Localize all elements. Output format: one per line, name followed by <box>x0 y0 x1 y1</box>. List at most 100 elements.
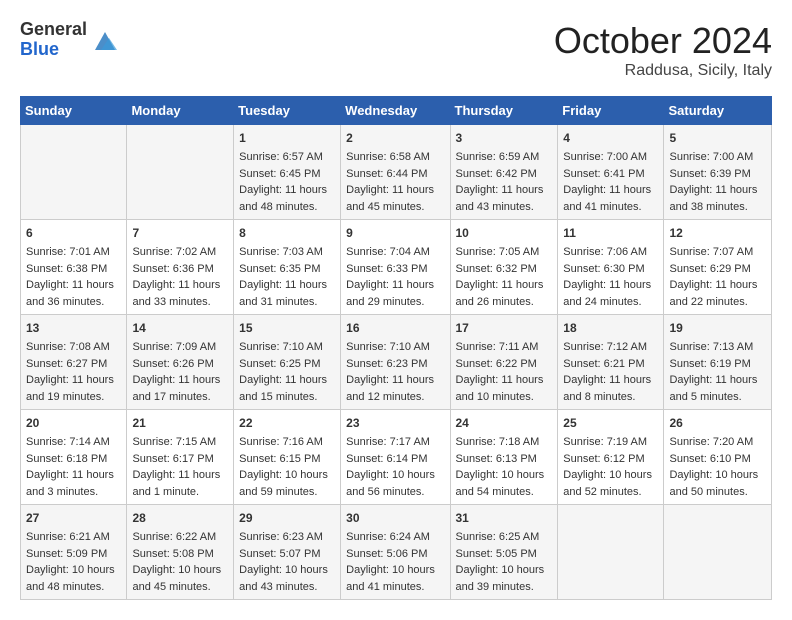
day-number: 8 <box>239 224 335 242</box>
calendar-cell: 3 Sunrise: 6:59 AM Sunset: 6:42 PM Daylig… <box>450 125 558 220</box>
day-number: 23 <box>346 414 444 432</box>
calendar-cell <box>127 125 234 220</box>
calendar-table: SundayMondayTuesdayWednesdayThursdayFrid… <box>20 96 772 600</box>
day-info: Sunrise: 7:11 AM Sunset: 6:22 PM Dayligh… <box>456 339 553 405</box>
day-info: Sunrise: 7:19 AM Sunset: 6:12 PM Dayligh… <box>563 434 658 500</box>
day-info: Sunrise: 7:18 AM Sunset: 6:13 PM Dayligh… <box>456 434 553 500</box>
day-number: 3 <box>456 129 553 147</box>
day-number: 11 <box>563 224 658 242</box>
calendar-cell: 9Sunrise: 7:04 AM Sunset: 6:33 PM Daylig… <box>341 220 450 315</box>
page-header: General Blue October 2024 Raddusa, Sicil… <box>20 20 772 80</box>
calendar-cell: 20Sunrise: 7:14 AM Sunset: 6:18 PM Dayli… <box>21 410 127 505</box>
day-info: Sunrise: 7:15 AM Sunset: 6:17 PM Dayligh… <box>132 434 228 500</box>
day-info: Sunrise: 6:59 AM Sunset: 6:42 PM Dayligh… <box>456 149 553 215</box>
calendar-cell: 27Sunrise: 6:21 AM Sunset: 5:09 PM Dayli… <box>21 505 127 600</box>
day-header-wednesday: Wednesday <box>341 97 450 125</box>
day-info: Sunrise: 7:09 AM Sunset: 6:26 PM Dayligh… <box>132 339 228 405</box>
calendar-cell: 22 Sunrise: 7:16 AM Sunset: 6:15 PM Dayli… <box>234 410 341 505</box>
day-number: 29 <box>239 509 335 527</box>
day-info: Sunrise: 6:21 AM Sunset: 5:09 PM Dayligh… <box>26 529 121 595</box>
calendar-cell: 7Sunrise: 7:02 AM Sunset: 6:36 PM Daylig… <box>127 220 234 315</box>
day-info: Sunrise: 7:10 AM Sunset: 6:25 PM Dayligh… <box>239 339 335 405</box>
day-info: Sunrise: 7:07 AM Sunset: 6:29 PM Dayligh… <box>669 244 766 310</box>
day-info: Sunrise: 7:16 AM Sunset: 6:15 PM Dayligh… <box>239 434 335 500</box>
logo-blue-text: Blue <box>20 40 87 60</box>
day-header-sunday: Sunday <box>21 97 127 125</box>
day-header-monday: Monday <box>127 97 234 125</box>
calendar-cell: 11 Sunrise: 7:06 AM Sunset: 6:30 PM Dayli… <box>558 220 664 315</box>
calendar-week-row: 27Sunrise: 6:21 AM Sunset: 5:09 PM Dayli… <box>21 505 772 600</box>
day-info: Sunrise: 7:08 AM Sunset: 6:27 PM Dayligh… <box>26 339 121 405</box>
calendar-cell: 6 Sunrise: 7:01 AM Sunset: 6:38 PM Daylig… <box>21 220 127 315</box>
calendar-cell: 14 Sunrise: 7:09 AM Sunset: 6:26 PM Dayli… <box>127 315 234 410</box>
calendar-header-row: SundayMondayTuesdayWednesdayThursdayFrid… <box>21 97 772 125</box>
day-number: 9 <box>346 224 444 242</box>
calendar-cell: 4 Sunrise: 7:00 AM Sunset: 6:41 PM Daylig… <box>558 125 664 220</box>
day-number: 15 <box>239 319 335 337</box>
logo-general-text: General <box>20 20 87 40</box>
calendar-cell <box>664 505 772 600</box>
day-info: Sunrise: 7:00 AM Sunset: 6:39 PM Dayligh… <box>669 149 766 215</box>
day-info: Sunrise: 6:24 AM Sunset: 5:06 PM Dayligh… <box>346 529 444 595</box>
month-title: October 2024 <box>554 20 772 62</box>
day-number: 28 <box>132 509 228 527</box>
calendar-cell: 31Sunrise: 6:25 AM Sunset: 5:05 PM Dayli… <box>450 505 558 600</box>
day-number: 22 <box>239 414 335 432</box>
day-info: Sunrise: 6:22 AM Sunset: 5:08 PM Dayligh… <box>132 529 228 595</box>
calendar-cell: 23 Sunrise: 7:17 AM Sunset: 6:14 PM Dayli… <box>341 410 450 505</box>
calendar-cell: 10 Sunrise: 7:05 AM Sunset: 6:32 PM Dayli… <box>450 220 558 315</box>
day-number: 30 <box>346 509 444 527</box>
calendar-cell: 30 Sunrise: 6:24 AM Sunset: 5:06 PM Dayli… <box>341 505 450 600</box>
day-info: Sunrise: 7:01 AM Sunset: 6:38 PM Dayligh… <box>26 244 121 310</box>
calendar-cell: 2Sunrise: 6:58 AM Sunset: 6:44 PM Daylig… <box>341 125 450 220</box>
calendar-cell: 16Sunrise: 7:10 AM Sunset: 6:23 PM Dayli… <box>341 315 450 410</box>
day-number: 19 <box>669 319 766 337</box>
day-info: Sunrise: 6:57 AM Sunset: 6:45 PM Dayligh… <box>239 149 335 215</box>
day-header-tuesday: Tuesday <box>234 97 341 125</box>
calendar-week-row: 13Sunrise: 7:08 AM Sunset: 6:27 PM Dayli… <box>21 315 772 410</box>
calendar-cell: 8Sunrise: 7:03 AM Sunset: 6:35 PM Daylig… <box>234 220 341 315</box>
day-number: 12 <box>669 224 766 242</box>
calendar-cell: 13Sunrise: 7:08 AM Sunset: 6:27 PM Dayli… <box>21 315 127 410</box>
calendar-week-row: 1 Sunrise: 6:57 AM Sunset: 6:45 PM Daylig… <box>21 125 772 220</box>
day-number: 6 <box>26 224 121 242</box>
day-info: Sunrise: 7:00 AM Sunset: 6:41 PM Dayligh… <box>563 149 658 215</box>
calendar-cell <box>21 125 127 220</box>
day-header-saturday: Saturday <box>664 97 772 125</box>
logo-icon <box>91 26 119 54</box>
calendar-week-row: 20Sunrise: 7:14 AM Sunset: 6:18 PM Dayli… <box>21 410 772 505</box>
calendar-cell: 24 Sunrise: 7:18 AM Sunset: 6:13 PM Dayli… <box>450 410 558 505</box>
day-number: 1 <box>239 129 335 147</box>
calendar-week-row: 6 Sunrise: 7:01 AM Sunset: 6:38 PM Daylig… <box>21 220 772 315</box>
day-header-friday: Friday <box>558 97 664 125</box>
day-number: 14 <box>132 319 228 337</box>
day-info: Sunrise: 7:12 AM Sunset: 6:21 PM Dayligh… <box>563 339 658 405</box>
day-number: 21 <box>132 414 228 432</box>
calendar-cell: 18 Sunrise: 7:12 AM Sunset: 6:21 PM Dayli… <box>558 315 664 410</box>
day-number: 4 <box>563 129 658 147</box>
location-text: Raddusa, Sicily, Italy <box>554 62 772 80</box>
calendar-cell <box>558 505 664 600</box>
day-number: 7 <box>132 224 228 242</box>
day-info: Sunrise: 7:17 AM Sunset: 6:14 PM Dayligh… <box>346 434 444 500</box>
day-info: Sunrise: 6:23 AM Sunset: 5:07 PM Dayligh… <box>239 529 335 595</box>
calendar-cell: 17 Sunrise: 7:11 AM Sunset: 6:22 PM Dayli… <box>450 315 558 410</box>
day-info: Sunrise: 7:05 AM Sunset: 6:32 PM Dayligh… <box>456 244 553 310</box>
calendar-cell: 28 Sunrise: 6:22 AM Sunset: 5:08 PM Dayli… <box>127 505 234 600</box>
calendar-cell: 29 Sunrise: 6:23 AM Sunset: 5:07 PM Dayli… <box>234 505 341 600</box>
day-header-thursday: Thursday <box>450 97 558 125</box>
calendar-cell: 12 Sunrise: 7:07 AM Sunset: 6:29 PM Dayli… <box>664 220 772 315</box>
day-number: 10 <box>456 224 553 242</box>
calendar-cell: 21 Sunrise: 7:15 AM Sunset: 6:17 PM Dayli… <box>127 410 234 505</box>
calendar-cell: 25Sunrise: 7:19 AM Sunset: 6:12 PM Dayli… <box>558 410 664 505</box>
title-block: October 2024 Raddusa, Sicily, Italy <box>554 20 772 80</box>
day-number: 17 <box>456 319 553 337</box>
day-number: 16 <box>346 319 444 337</box>
day-info: Sunrise: 6:25 AM Sunset: 5:05 PM Dayligh… <box>456 529 553 595</box>
day-info: Sunrise: 6:58 AM Sunset: 6:44 PM Dayligh… <box>346 149 444 215</box>
day-info: Sunrise: 7:06 AM Sunset: 6:30 PM Dayligh… <box>563 244 658 310</box>
calendar-cell: 15 Sunrise: 7:10 AM Sunset: 6:25 PM Dayli… <box>234 315 341 410</box>
day-info: Sunrise: 7:14 AM Sunset: 6:18 PM Dayligh… <box>26 434 121 500</box>
day-number: 24 <box>456 414 553 432</box>
day-number: 18 <box>563 319 658 337</box>
